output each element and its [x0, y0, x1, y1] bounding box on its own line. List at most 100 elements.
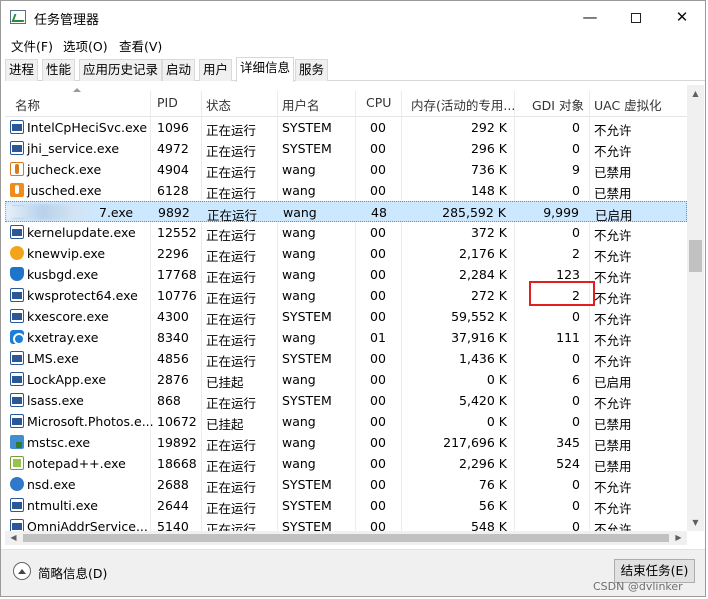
cell-mem: 148 K: [470, 183, 507, 198]
cell-gdi: 111: [556, 330, 580, 345]
collapse-up-icon[interactable]: [13, 562, 31, 580]
vertical-scrollbar[interactable]: ▲ ▼: [687, 85, 704, 531]
cell-cpu: 00: [370, 183, 386, 198]
scroll-left-icon[interactable]: ◀: [5, 531, 22, 545]
horizontal-scrollbar[interactable]: ◀ ▶: [5, 531, 687, 545]
cell-pid: 17768: [157, 267, 197, 282]
cell-status: 正在运行: [206, 144, 257, 159]
service-icon: [10, 141, 24, 155]
cell-status: 正在运行: [206, 123, 257, 138]
cell-mem: 736 K: [470, 162, 507, 177]
process-name: ntmulti.exe: [27, 498, 98, 513]
table-row[interactable]: kxetray.exe 8340 正在运行 wang 01 37,916 K 111 不允许: [5, 327, 687, 348]
cell-cpu: 00: [370, 141, 386, 156]
cell-cpu: 00: [370, 267, 386, 282]
process-name: nsd.exe: [27, 477, 76, 492]
table-row[interactable]: Microsoft.Photos.e... 10672 已挂起 wang 00 0 K 0已…: [5, 411, 687, 432]
scroll-down-icon[interactable]: ▼: [687, 514, 704, 531]
cell-user: SYSTEM: [282, 498, 332, 513]
cell-pid: 2688: [157, 477, 189, 492]
scroll-up-icon[interactable]: ▲: [687, 85, 704, 102]
cell-mem: 5,420 K: [459, 393, 507, 408]
vertical-scroll-thumb[interactable]: [689, 240, 702, 272]
tab-processes[interactable]: 进程: [5, 59, 39, 81]
service-icon: [10, 414, 24, 428]
cell-gdi: 0: [572, 183, 580, 198]
cell-gdi: 0: [572, 225, 580, 240]
cell-uac: 不允许: [594, 480, 632, 495]
table-row[interactable]: kernelupdate.exe 12552 正在运行 wang 00 372 K 0 不允许: [5, 222, 687, 243]
cell-cpu: 00: [370, 351, 386, 366]
footer-bar: 简略信息(D) 结束任务(E) CSDN @dvlinker: [1, 549, 705, 596]
table-row[interactable]: jusched.exe 6128 正在运行 wang 00 148 K 0 已禁用: [5, 180, 687, 201]
col-username[interactable]: 用户名: [282, 95, 320, 114]
scroll-right-icon[interactable]: ▶: [670, 531, 687, 545]
table-row[interactable]: kxescore.exe 4300 正在运行 SYSTEM 00 59,552 K 0 不允许: [5, 306, 687, 327]
fewer-details-link[interactable]: 简略信息(D): [38, 563, 107, 582]
cell-user: wang: [282, 267, 316, 282]
process-name: jucheck.exe: [27, 162, 102, 177]
service-icon: [10, 288, 24, 302]
table-row[interactable]: notepad++.exe 18668 正在运行 wang 00 2,296 K 524 已禁…: [5, 453, 687, 474]
window-title: 任务管理器: [34, 13, 100, 28]
tab-services[interactable]: 服务: [295, 59, 329, 81]
cell-user: wang: [283, 205, 317, 220]
cell-mem: 2,296 K: [459, 456, 507, 471]
cell-pid: 10776: [157, 288, 197, 303]
col-status[interactable]: 状态: [206, 95, 231, 114]
cell-cpu: 00: [370, 393, 386, 408]
col-cpu[interactable]: CPU: [366, 95, 391, 110]
tab-details[interactable]: 详细信息: [236, 57, 295, 82]
tab-users[interactable]: 用户: [199, 59, 233, 81]
cell-pid: 6128: [157, 183, 189, 198]
col-memory[interactable]: 内存(活动的专用...: [411, 95, 515, 114]
menu-file[interactable]: 文件(F): [11, 36, 53, 55]
menu-view[interactable]: 查看(V): [119, 36, 162, 55]
cell-status: 正在运行: [206, 522, 257, 531]
cell-uac: 不允许: [594, 354, 632, 369]
tab-app-history[interactable]: 应用历史记录: [79, 59, 163, 81]
table-row[interactable]: IntelCpHeciSvc.exe 1096 正在运行 SYSTEM 00 292 K 0…: [5, 117, 687, 138]
table-row[interactable]: LMS.exe 4856 正在运行 SYSTEM 00 1,436 K 0 不允许: [5, 348, 687, 369]
task-manager-window: 任务管理器 — ✕ 文件(F) 选项(O) 查看(V) 进程 性能 应用历史记录…: [0, 0, 706, 597]
table-row[interactable]: jucheck.exe 4904 正在运行 wang 00 736 K 9 已禁用: [5, 159, 687, 180]
cell-uac: 已禁用: [594, 186, 632, 201]
col-gdi[interactable]: GDI 对象: [532, 95, 584, 114]
cell-mem: 296 K: [470, 141, 507, 156]
menu-options[interactable]: 选项(O): [63, 36, 108, 55]
cell-uac: 不允许: [594, 333, 632, 348]
maximize-button[interactable]: [613, 1, 659, 33]
table-row[interactable]: 7.exe 9892 正在运行 wang 48 285,592 K 9,999 已启用: [5, 201, 687, 223]
details-table: 名称 PID 状态 用户名 CPU 内存(活动的专用... GDI 对象 UAC…: [5, 85, 705, 531]
cell-cpu: 00: [370, 477, 386, 492]
table-row[interactable]: knewvip.exe 2296 正在运行 wang 00 2,176 K 2 不允许: [5, 243, 687, 264]
cell-mem: 372 K: [470, 225, 507, 240]
table-row[interactable]: lsass.exe 868 正在运行 SYSTEM 00 5,420 K 0 不允许: [5, 390, 687, 411]
minimize-button[interactable]: —: [567, 1, 613, 33]
cell-gdi: 9: [572, 162, 580, 177]
table-row[interactable]: mstsc.exe 19892 正在运行 wang 00 217,696 K 345 已禁用: [5, 432, 687, 453]
table-row[interactable]: LockApp.exe 2876 已挂起 wang 00 0 K 6 已启用: [5, 369, 687, 390]
table-row[interactable]: OmniAddrService... 5140 正在运行 SYSTEM 00 548 K 0…: [5, 516, 687, 531]
col-pid[interactable]: PID: [157, 95, 178, 110]
cell-pid: 4300: [157, 309, 189, 324]
cell-mem: 76 K: [478, 477, 507, 492]
tab-startup[interactable]: 启动: [162, 59, 196, 81]
tab-performance[interactable]: 性能: [42, 59, 76, 81]
cell-mem: 37,916 K: [451, 330, 507, 345]
close-button[interactable]: ✕: [659, 1, 705, 33]
cell-status: 正在运行: [206, 354, 257, 369]
cell-uac: 不允许: [594, 144, 632, 159]
table-row[interactable]: ntmulti.exe 2644 正在运行 SYSTEM 00 56 K 0 不允许: [5, 495, 687, 516]
cell-mem: 0 K: [486, 414, 507, 429]
col-uac[interactable]: UAC 虚拟化: [594, 95, 662, 114]
table-row[interactable]: jhi_service.exe 4972 正在运行 SYSTEM 00 296 K 0 不允许: [5, 138, 687, 159]
col-name[interactable]: 名称: [15, 95, 40, 114]
cell-gdi: 0: [572, 477, 580, 492]
service-icon: [10, 309, 24, 323]
horizontal-scroll-thumb[interactable]: [23, 534, 669, 542]
cell-user: SYSTEM: [282, 120, 332, 135]
table-row[interactable]: nsd.exe 2688 正在运行 SYSTEM 00 76 K 0 不允许: [5, 474, 687, 495]
process-name: 7.exe: [99, 205, 134, 220]
table-header: 名称 PID 状态 用户名 CPU 内存(活动的专用... GDI 对象 UAC…: [5, 85, 687, 117]
